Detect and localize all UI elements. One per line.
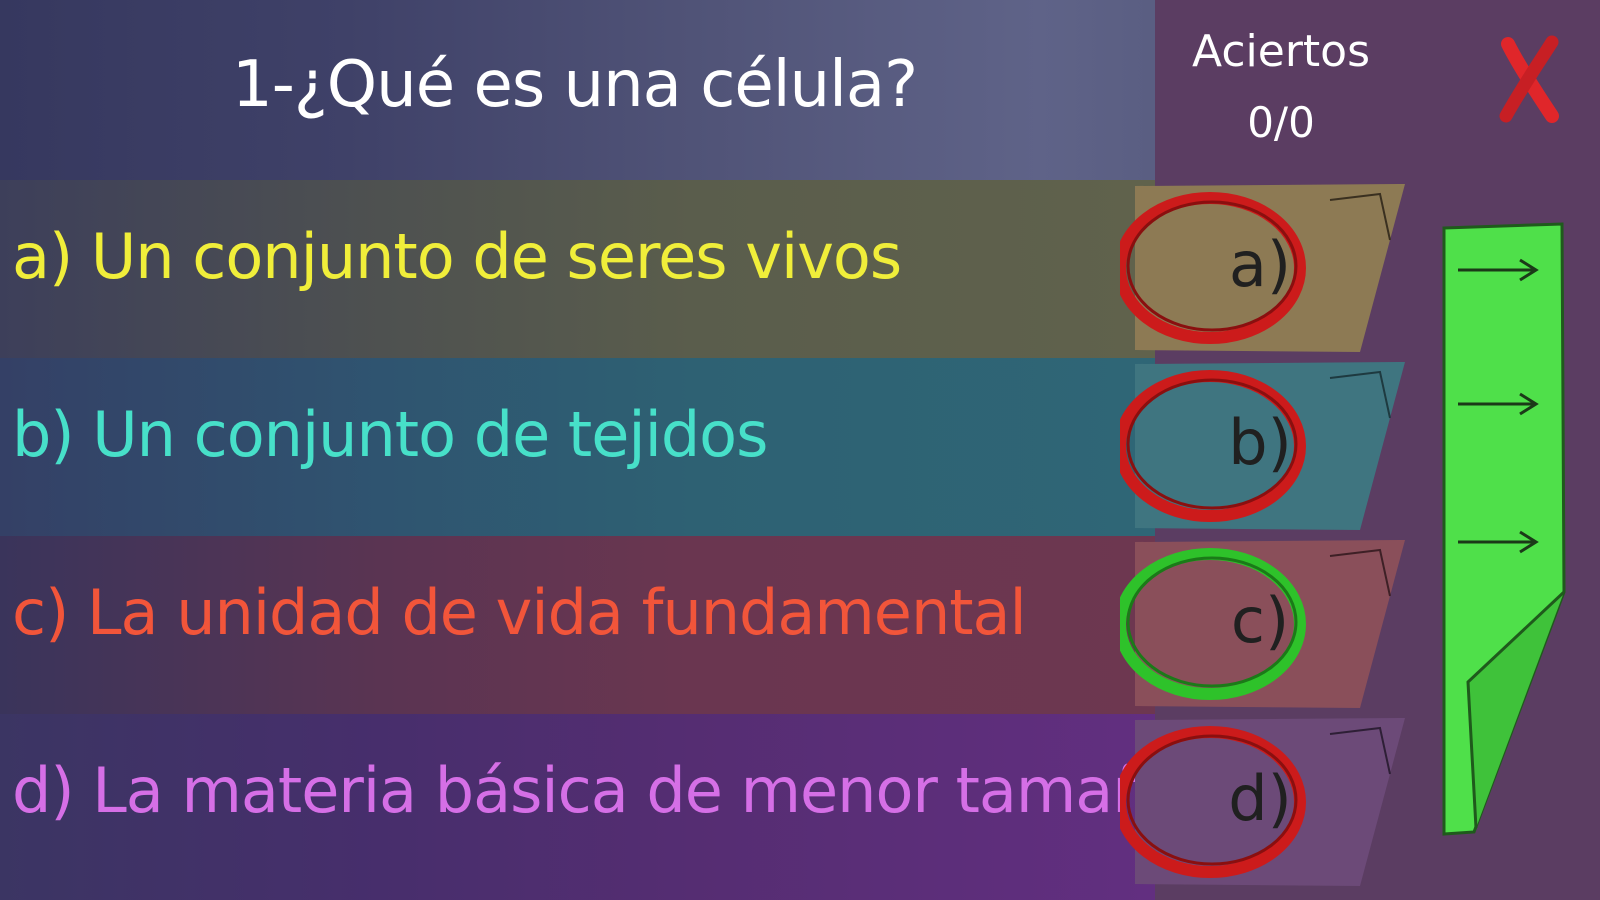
option-a-text: a) Un conjunto de seres vivos (12, 220, 902, 293)
answer-tab-c[interactable]: c) (1114, 536, 1410, 714)
tab-b-letter: b) (1228, 406, 1292, 479)
option-row-b: b) Un conjunto de tejidos (0, 358, 1155, 536)
close-button[interactable] (1494, 30, 1564, 130)
option-row-d: d) La materia básica de menor tamaño (0, 714, 1189, 900)
tab-a-letter: a) (1228, 228, 1292, 301)
option-row-c: c) La unidad de vida fundamental (0, 536, 1155, 714)
option-c-text: c) La unidad de vida fundamental (12, 576, 1027, 649)
answer-tab-d[interactable]: d) (1114, 714, 1410, 892)
close-x-icon (1499, 35, 1559, 123)
option-d-text: d) La materia básica de menor tamaño (12, 754, 1189, 827)
question-text: 1-¿Qué es una célula? (232, 48, 918, 122)
score-title: Aciertos (1192, 26, 1370, 77)
tab-c-letter: c) (1230, 584, 1290, 657)
next-panel-shape (1442, 222, 1566, 836)
option-b-text: b) Un conjunto de tejidos (12, 398, 768, 471)
answer-tab-b[interactable]: b) (1114, 358, 1410, 536)
option-row-a: a) Un conjunto de seres vivos (0, 180, 1155, 358)
next-panel[interactable] (1440, 222, 1570, 862)
score-value: 0/0 (1247, 98, 1315, 147)
answer-tab-a[interactable]: a) (1114, 180, 1410, 358)
tab-d-letter: d) (1228, 762, 1292, 835)
